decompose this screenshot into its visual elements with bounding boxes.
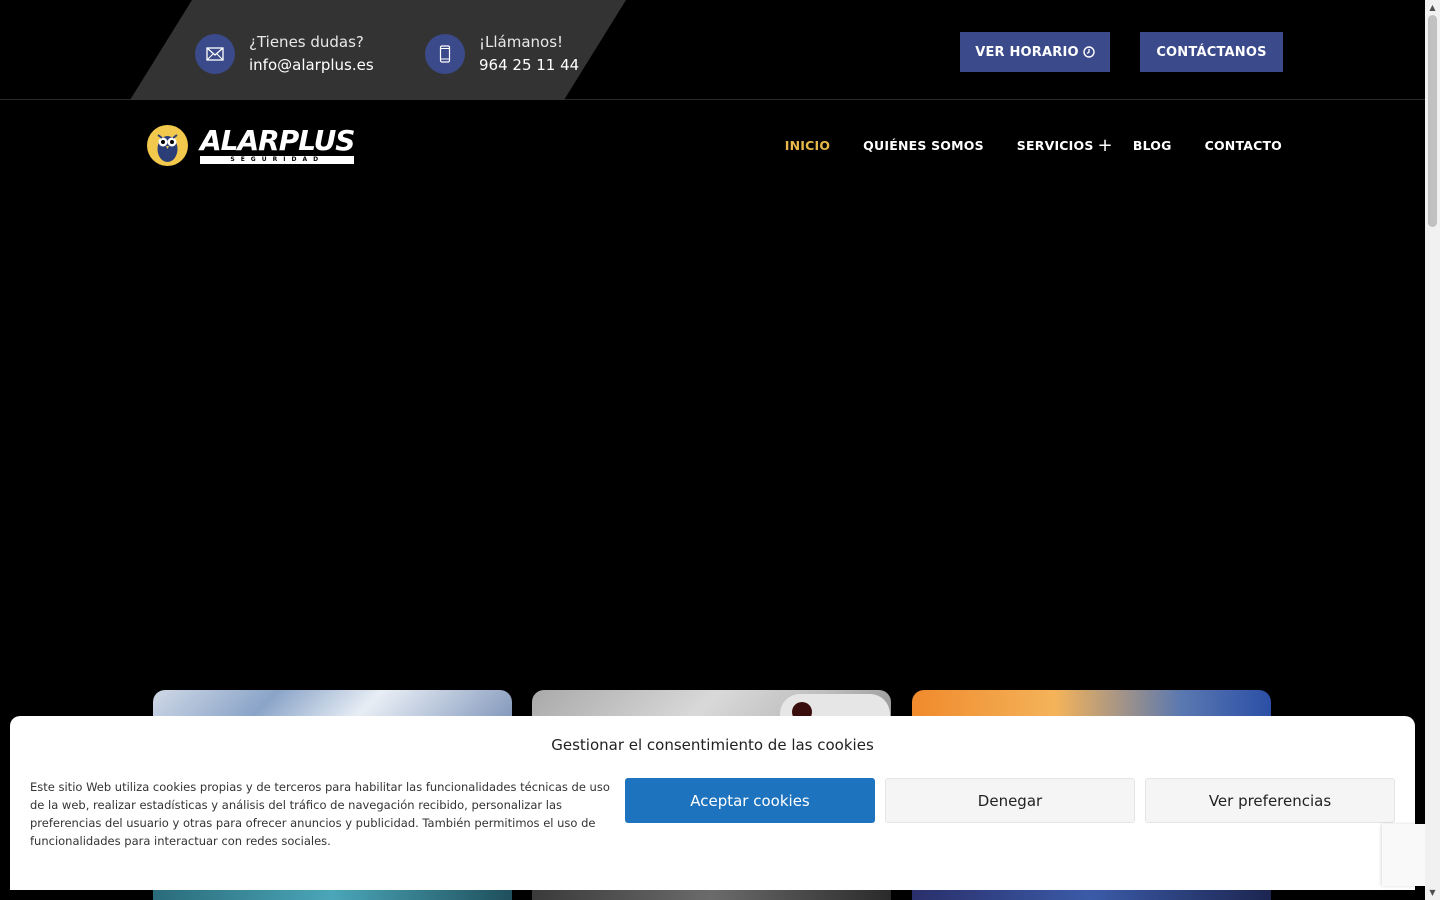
scroll-up-arrow-icon[interactable]: ▲ [1425,0,1440,15]
hero-slider [0,191,1425,691]
phone-contact[interactable]: ¡Llámanos! 964 25 11 44 [425,31,579,77]
nav-item-label: INICIO [784,138,831,153]
nav-item-inicio[interactable]: INICIO [785,138,830,153]
cookie-banner-title: Gestionar el consentimiento de las cooki… [551,736,874,754]
deny-cookies-button[interactable]: Denegar [885,778,1135,823]
schedule-button[interactable]: VER HORARIO [960,32,1110,72]
envelope-icon [195,34,235,74]
service-card-image[interactable] [532,890,891,900]
main-navbar: ALARPLUS SEGURIDAD INICIO QUIÉNES SOMOS … [0,101,1425,191]
phone-label: ¡Llámanos! [479,33,564,51]
nav-item-label: QUIÉNES SOMOS [863,138,984,153]
recaptcha-badge[interactable] [1382,824,1425,886]
owl-logo-icon [147,125,188,166]
scroll-down-arrow-icon[interactable]: ▼ [1425,885,1440,900]
cookie-consent-banner: Gestionar el consentimiento de las cooki… [10,716,1415,890]
nav-item-label: SERVICIOS [1016,138,1094,153]
clock-icon [1083,46,1095,58]
email-link[interactable]: info@alarplus.es [249,54,374,77]
nav-item-label: CONTACTO [1204,138,1282,153]
logo-wordmark: ALARPLUS [200,123,355,157]
service-card-image[interactable] [153,890,512,900]
service-card-image[interactable] [912,890,1271,900]
logo-tagline: SEGURIDAD [200,155,355,164]
page-scrollbar[interactable]: ▲ ▼ [1425,0,1440,900]
cookie-banner-text: Este sitio Web utiliza cookies propias y… [30,780,610,848]
email-contact[interactable]: ¿Tienes dudas? info@alarplus.es [195,31,374,77]
phone-link[interactable]: 964 25 11 44 [479,54,579,77]
contact-us-button[interactable]: CONTÁCTANOS [1140,32,1283,72]
accept-cookies-button[interactable]: Aceptar cookies [625,778,875,823]
cookie-preferences-button[interactable]: Ver preferencias [1145,778,1395,823]
contact-us-button-label: CONTÁCTANOS [1156,44,1267,60]
mobile-phone-icon [425,34,465,74]
nav-item-label: BLOG [1132,138,1172,153]
nav-item-contacto[interactable]: CONTACTO [1205,138,1282,153]
email-label: ¿Tienes dudas? [249,33,364,51]
top-bar: ¿Tienes dudas? info@alarplus.es ¡Llámano… [0,0,1425,100]
nav-item-blog[interactable]: BLOG [1133,138,1172,153]
schedule-button-label: VER HORARIO [975,44,1079,60]
plus-icon[interactable]: + [1098,136,1113,154]
site-logo[interactable]: ALARPLUS SEGURIDAD [147,123,355,166]
nav-item-servicios[interactable]: SERVICIOS + [1016,136,1113,154]
nav-item-quienes-somos[interactable]: QUIÉNES SOMOS [863,138,984,153]
nav-menu: INICIO QUIÉNES SOMOS SERVICIOS + BLOG CO… [752,136,1282,154]
scrollbar-thumb[interactable] [1428,15,1437,227]
